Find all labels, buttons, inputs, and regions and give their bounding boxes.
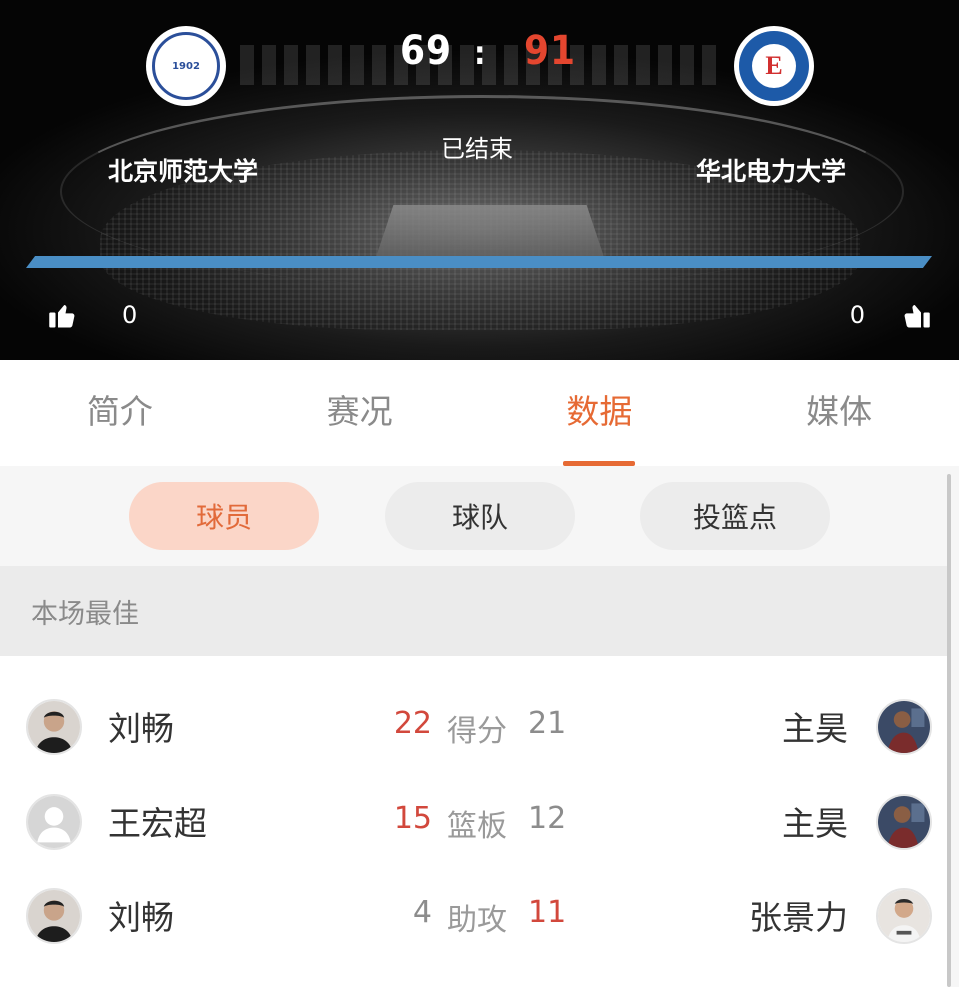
home-player-name[interactable]: 刘畅 <box>108 702 174 750</box>
home-player-avatar[interactable] <box>26 699 82 755</box>
subtab-teams[interactable]: 球队 <box>385 482 575 550</box>
default-avatar-icon <box>28 796 80 848</box>
home-player-avatar[interactable] <box>26 794 82 850</box>
away-stat-value: 21 <box>528 706 567 741</box>
tab-live[interactable]: 赛况 <box>240 360 480 466</box>
scrollbar[interactable] <box>947 474 951 987</box>
away-like-button[interactable]: 0 <box>850 300 931 330</box>
away-score: 91 <box>524 28 577 74</box>
away-like-count: 0 <box>849 301 865 329</box>
away-team-name: 华北电力大学 <box>696 157 847 186</box>
stat-label: 得分 <box>447 714 507 749</box>
player-photo-icon <box>28 890 80 942</box>
subtab-players[interactable]: 球员 <box>129 482 319 550</box>
player-photo-icon <box>28 701 80 753</box>
away-logo-seal: E <box>739 31 809 101</box>
player-photo-icon <box>878 701 930 753</box>
home-stat-value: 15 <box>393 801 432 836</box>
away-player-name[interactable]: 张景力 <box>749 891 848 939</box>
section-title: 本场最佳 <box>31 598 139 630</box>
tab-stats[interactable]: 数据 <box>480 360 720 466</box>
tab-intro[interactable]: 简介 <box>0 360 240 466</box>
home-player-name[interactable]: 王宏超 <box>108 797 207 845</box>
away-player-avatar[interactable] <box>876 888 932 944</box>
player-photo-icon <box>878 796 930 848</box>
home-stat-value: 4 <box>412 895 432 930</box>
stat-row-assists: 刘畅 4 助攻 11 张景力 <box>0 871 948 965</box>
player-photo-icon <box>878 890 930 942</box>
away-player-name[interactable]: 主昊 <box>782 702 848 750</box>
score-progress-bar <box>26 256 932 268</box>
home-team-name: 北京师范大学 <box>108 157 259 186</box>
match-header: 1902 E 69 : 91 已结束 北京师范大学 华北电力大学 0 0 <box>0 0 959 360</box>
best-players-list: 刘畅 22 得分 21 主昊 王宏超 15 篮板 12 主昊 刘畅 4 助攻 1… <box>0 656 948 987</box>
away-stat-value: 11 <box>528 895 567 930</box>
stats-subtabs: 球员 球队 投篮点 <box>0 466 948 566</box>
home-score: 69 <box>400 28 453 74</box>
home-like-button[interactable]: 0 <box>48 300 137 330</box>
away-progress-fill <box>26 256 932 268</box>
subtab-shot-chart[interactable]: 投篮点 <box>640 482 830 550</box>
away-team-logo[interactable]: E <box>734 26 814 106</box>
thumbs-up-icon <box>904 305 930 328</box>
away-logo-letter: E <box>752 44 796 88</box>
stat-row-rebounds: 王宏超 15 篮板 12 主昊 <box>0 777 948 871</box>
stat-label: 篮板 <box>447 809 507 844</box>
away-stat-value: 12 <box>528 801 567 836</box>
home-player-avatar[interactable] <box>26 888 82 944</box>
score-separator: : <box>474 34 487 72</box>
home-team-logo[interactable]: 1902 <box>146 26 226 106</box>
thumbs-up-icon <box>49 305 75 328</box>
home-player-name[interactable]: 刘畅 <box>108 891 174 939</box>
away-player-avatar[interactable] <box>876 794 932 850</box>
best-players-header: 本场最佳 <box>0 566 948 656</box>
stat-row-points: 刘畅 22 得分 21 主昊 <box>0 682 948 776</box>
away-player-avatar[interactable] <box>876 699 932 755</box>
home-logo-year: 1902 <box>172 60 200 72</box>
away-player-name[interactable]: 主昊 <box>782 797 848 845</box>
tab-media[interactable]: 媒体 <box>719 360 959 466</box>
match-status: 已结束 <box>441 135 513 163</box>
home-stat-value: 22 <box>393 706 432 741</box>
stat-label: 助攻 <box>447 903 507 938</box>
main-tabs: 简介 赛况 数据 媒体 <box>0 360 959 466</box>
arena-court <box>375 205 605 260</box>
home-logo-seal: 1902 <box>152 32 220 100</box>
home-like-count: 0 <box>122 301 138 329</box>
